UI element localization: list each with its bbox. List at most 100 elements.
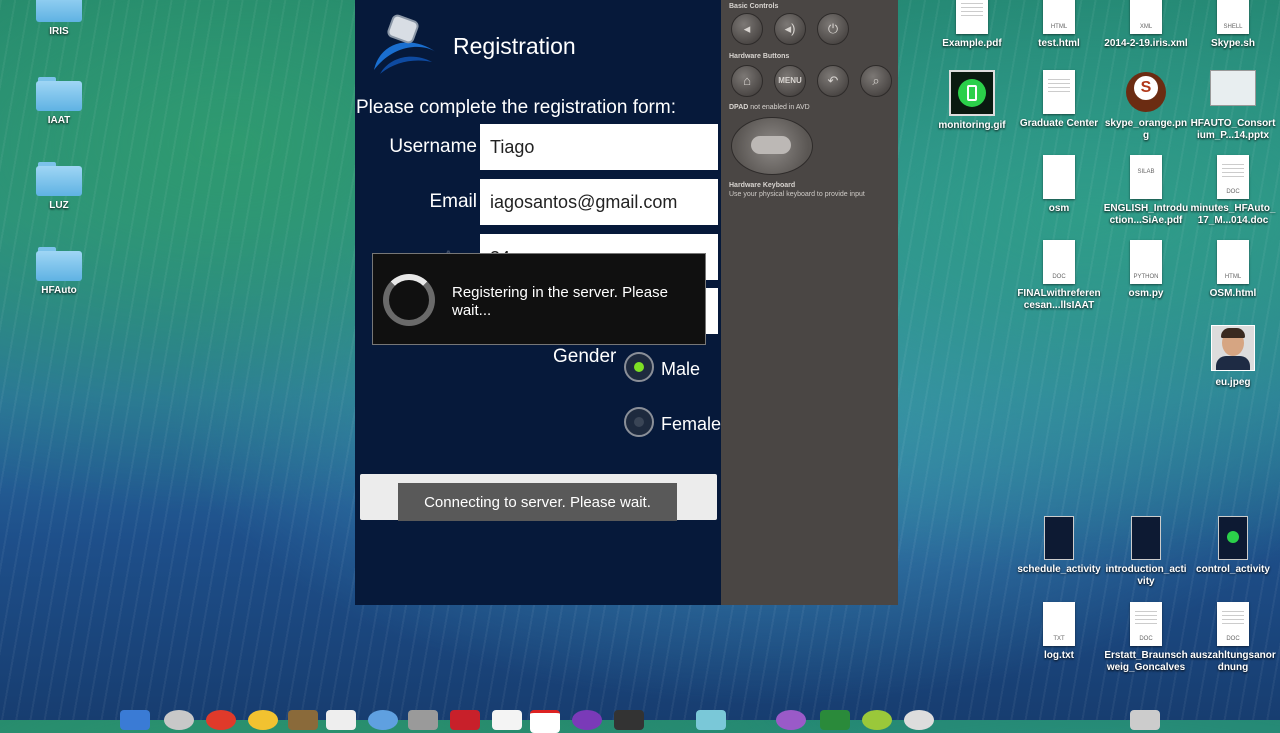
launchpad-icon[interactable] (164, 710, 194, 730)
desktop-icon-label: 2014-2-19.iris.xml (1104, 38, 1188, 49)
emulator-controls-panel: Basic Controls ◂ ◂) ⏻ Hardware Buttons ⌂… (721, 0, 898, 605)
username-label: Username (389, 136, 477, 157)
desktop-file-example-pdf[interactable]: Example.pdf (929, 0, 1015, 50)
basic-controls-heading: Basic Controls (729, 3, 779, 10)
desktop-file-minutes-hfauto[interactable]: DOC minutes_HFAuto_17_M...014.doc (1190, 155, 1276, 227)
screenshot-thumbnail-icon (1044, 516, 1074, 560)
doc-file-icon: DOC (1217, 602, 1249, 646)
desktop-folder-iaat[interactable]: IAAT (16, 77, 102, 127)
desktop-icon-label: introduction_activity (1105, 564, 1187, 587)
power-icon[interactable]: ⏻ (817, 13, 849, 45)
folder-icon (36, 162, 82, 196)
desktop-icon-label: test.html (1038, 38, 1080, 49)
screenshot-thumbnail-icon (1218, 516, 1248, 560)
file-type-label: DOC (1139, 636, 1153, 642)
finder-icon[interactable] (120, 710, 150, 730)
desktop-icon-label: monitoring.gif (938, 120, 1006, 131)
dpad-center-icon (751, 136, 791, 154)
menu-button[interactable]: MENU (774, 65, 806, 97)
android-icon[interactable] (862, 710, 892, 730)
folder-icon (36, 247, 82, 281)
desktop-file-hfauto-pptx[interactable]: HFAUTO_Consortium_P...14.pptx (1190, 70, 1276, 142)
calendar-icon[interactable] (530, 710, 560, 733)
text-file-icon: TXT (1043, 602, 1075, 646)
app-icon-red[interactable] (206, 710, 236, 730)
desktop-file-test-html[interactable]: HTML test.html (1016, 0, 1102, 50)
excel-icon[interactable] (820, 710, 850, 730)
presentation-file-icon (1210, 70, 1256, 106)
safari-icon[interactable] (368, 710, 398, 730)
progress-dialog: Registering in the server. Please wait..… (372, 253, 706, 345)
female-radio[interactable] (624, 407, 654, 437)
desktop-icon-label: osm (1048, 203, 1070, 214)
pdf-file-icon: SILAB (1130, 155, 1162, 199)
desktop-file-finalwithreferences[interactable]: DOC FINALwithreferencesan...llsIAAT (1016, 240, 1102, 312)
shell-file-icon: SHELL (1217, 0, 1249, 34)
desktop-icon-label: OSM.html (1209, 288, 1257, 299)
app-icon-teal[interactable] (696, 710, 726, 730)
volume-down-icon[interactable]: ◂ (731, 13, 763, 45)
desktop-file-english-introduction[interactable]: SILAB ENGLISH_Introduction...SiAe.pdf (1103, 155, 1189, 227)
toast-message: Connecting to server. Please wait. (398, 483, 677, 521)
desktop-file-log-txt[interactable]: TXT log.txt (1016, 602, 1102, 662)
home-icon[interactable]: ⌂ (731, 65, 763, 97)
app-title: Registration (453, 33, 576, 59)
gender-label: Gender (553, 346, 617, 367)
volume-up-icon[interactable]: ◂) (774, 13, 806, 45)
desktop-file-erstatt-braunschweig[interactable]: DOC Erstatt_Braunschweig_Goncalves (1103, 602, 1189, 674)
desktop-folder-hfauto[interactable]: HFAuto (16, 247, 102, 297)
app-icon-white[interactable] (326, 710, 356, 730)
app-icon-red2[interactable] (450, 710, 480, 730)
doc-file-icon: DOC (1043, 240, 1075, 284)
female-radio-label[interactable]: Female (661, 414, 721, 435)
file-type-label: DOC (1052, 274, 1066, 280)
back-icon[interactable]: ↶ (817, 65, 849, 97)
folder-icon (36, 77, 82, 111)
file-type-label: PYTHON (1133, 274, 1159, 280)
file-type-label: DOC (1226, 189, 1240, 195)
desktop-file-osm-py[interactable]: PYTHON osm.py (1103, 240, 1189, 300)
desktop-file-monitoring-gif[interactable]: monitoring.gif (929, 70, 1015, 132)
desktop-file-skype-sh[interactable]: SHELL Skype.sh (1190, 0, 1276, 50)
monitoring-image-icon (949, 70, 995, 116)
app-icon-gray[interactable] (408, 710, 438, 730)
app-icon-yellow[interactable] (248, 710, 278, 730)
app-icon-light[interactable] (904, 710, 934, 730)
email-field[interactable] (480, 179, 718, 225)
username-field[interactable] (480, 124, 718, 170)
desktop-file-eu-jpeg[interactable]: eu.jpeg (1190, 325, 1276, 389)
dpad-control[interactable] (731, 117, 813, 175)
desktop-icon-label: eu.jpeg (1215, 377, 1251, 388)
android-emulator-window: Registration Please complete the registr… (355, 0, 898, 605)
desktop-file-skype-orange[interactable]: S skype_orange.png (1103, 70, 1189, 142)
desktop-file-auszahltungsanordnung[interactable]: DOC auszahltungsanordnung (1190, 602, 1276, 674)
desktop-icon-label: HFAuto (41, 285, 77, 296)
desktop-icon-label: Erstatt_Braunschweig_Goncalves (1104, 650, 1188, 673)
desktop-file-osm-html[interactable]: HTML OSM.html (1190, 240, 1276, 300)
desktop-file-introduction-activity[interactable]: introduction_activity (1103, 516, 1189, 588)
document-icon[interactable] (492, 710, 522, 730)
app-icon-purple[interactable] (572, 710, 602, 730)
desktop-folder-luz[interactable]: LUZ (16, 162, 102, 212)
desktop-file-osm[interactable]: osm (1016, 155, 1102, 215)
app-icon-violet[interactable] (776, 710, 806, 730)
desktop-file-iris-xml[interactable]: XML 2014-2-19.iris.xml (1103, 0, 1189, 50)
trash-icon[interactable] (1130, 710, 1160, 730)
search-icon[interactable]: ⌕ (860, 65, 892, 97)
male-radio[interactable] (624, 352, 654, 382)
desktop-file-graduate-center[interactable]: Graduate Center (1016, 70, 1102, 130)
app-icon-brown[interactable] (288, 710, 318, 730)
file-type-label: HTML (1050, 24, 1068, 30)
document-file-icon (1043, 70, 1075, 114)
hardware-buttons-heading: Hardware Buttons (729, 53, 790, 60)
male-radio-label[interactable]: Male (661, 359, 700, 380)
desktop-icon-label: Example.pdf (942, 38, 1002, 49)
desktop-folder-iris[interactable]: IRIS (16, 0, 102, 38)
file-type-label: SILAB (1137, 169, 1155, 175)
desktop-icon-label: log.txt (1044, 650, 1074, 661)
desktop-file-control-activity[interactable]: control_activity (1190, 516, 1276, 576)
app-icon-dark[interactable] (614, 710, 644, 730)
dpad-title: DPAD (729, 104, 749, 111)
dock (120, 706, 1160, 733)
desktop-file-schedule-activity[interactable]: schedule_activity (1016, 516, 1102, 576)
